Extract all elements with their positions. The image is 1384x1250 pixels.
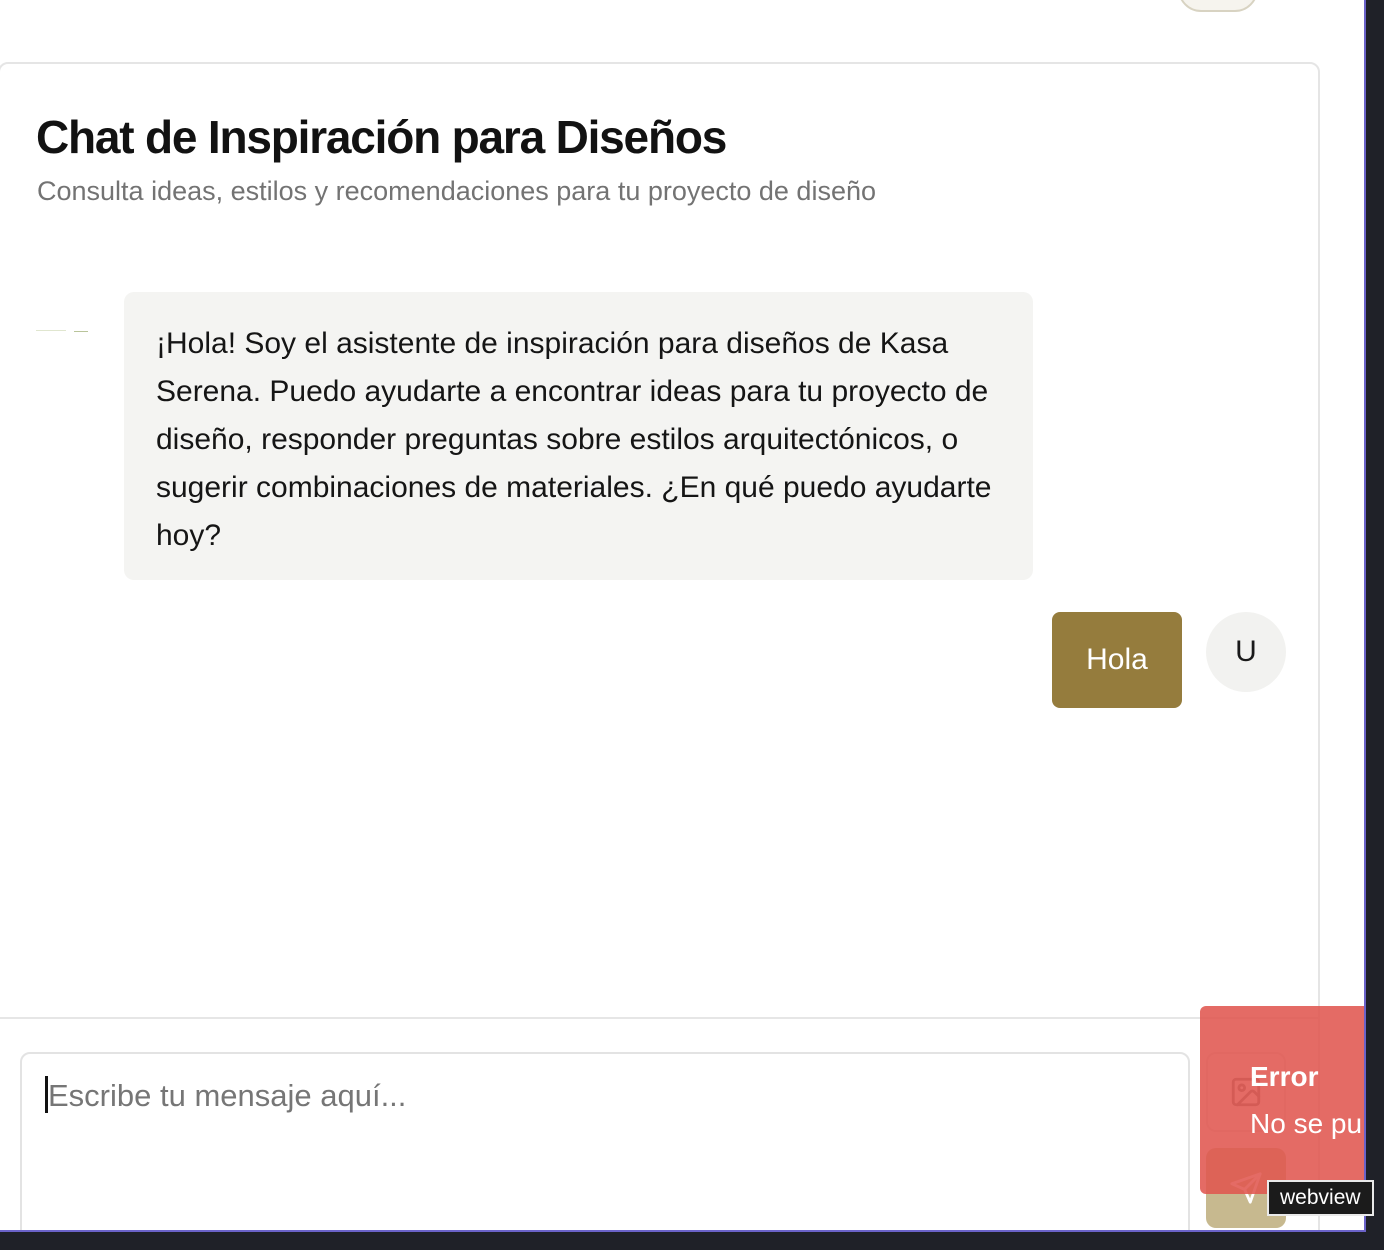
user-avatar: U (1206, 612, 1286, 692)
toast-title: Error (1250, 1061, 1319, 1092)
error-toast[interactable]: Error No se pu (1200, 1006, 1364, 1194)
top-pill-button[interactable] (1178, 0, 1258, 12)
user-message: Hola (1052, 612, 1182, 708)
top-bar (0, 0, 1364, 62)
page-title: Chat de Inspiración para Diseños (36, 111, 727, 163)
message-input[interactable] (20, 1052, 1190, 1230)
app-viewport: Chat de Inspiración para Diseños Consult… (0, 0, 1366, 1232)
assistant-avatar-icon (36, 322, 90, 340)
composer-divider (0, 1017, 1320, 1019)
text-caret (45, 1076, 48, 1113)
assistant-message: ¡Hola! Soy el asistente de inspiración p… (124, 292, 1033, 580)
page-subtitle: Consulta ideas, estilos y recomendacione… (37, 176, 876, 206)
webview-badge: webview (1267, 1180, 1374, 1216)
toast-description: No se pu (1250, 1108, 1363, 1139)
